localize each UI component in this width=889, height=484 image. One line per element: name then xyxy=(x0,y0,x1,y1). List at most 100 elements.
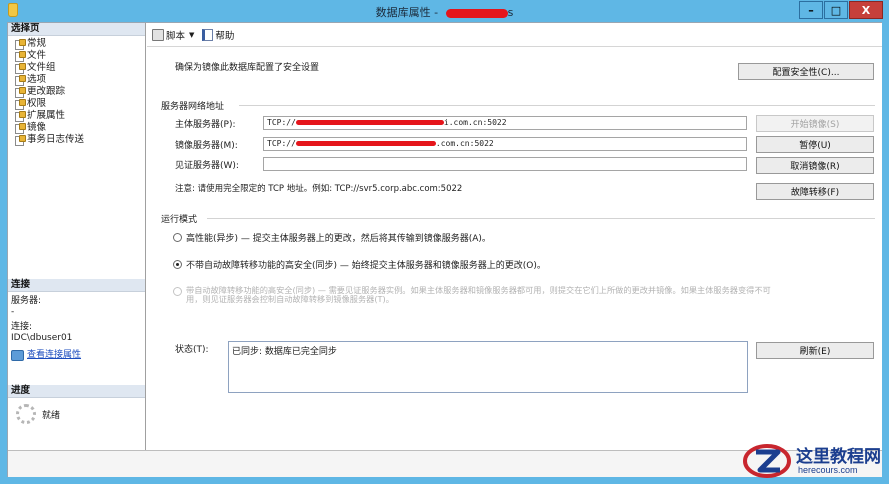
page-icon xyxy=(14,111,26,122)
page-icon xyxy=(14,63,26,74)
toolbar: 脚本 ▼ 帮助 xyxy=(147,23,882,47)
failover-button[interactable]: 故障转移(F) xyxy=(756,183,874,200)
dialog-client-area: 选择页 常规 文件 文件组 选项 更改跟踪 权限 扩展属性 镜像 事务日志传送 … xyxy=(7,22,882,477)
script-label: 脚本 xyxy=(166,30,186,42)
page-item-label: 事务日志传送 xyxy=(27,134,85,145)
page-item-mirroring[interactable]: 镜像 xyxy=(14,122,145,134)
page-item-permissions[interactable]: 权限 xyxy=(14,98,145,110)
page-item-label: 镜像 xyxy=(27,122,47,133)
progress-status: 就绪 xyxy=(42,410,61,421)
page-item-label: 常规 xyxy=(27,38,47,49)
page-item-label: 文件组 xyxy=(27,62,56,73)
page-item-extended-properties[interactable]: 扩展属性 xyxy=(14,110,145,122)
minimize-button[interactable]: – xyxy=(799,1,823,19)
page-item-options[interactable]: 选项 xyxy=(14,74,145,86)
principal-server-field[interactable]: TCP:// i.com.cn:5022 xyxy=(263,116,747,130)
progress-header: 进度 xyxy=(8,385,145,398)
connection-info: 服务器: - 连接: IDC\dbuser01 查看连接属性 xyxy=(8,292,145,361)
server-address-group-title: 服务器网络地址 xyxy=(161,102,225,112)
page-item-label: 扩展属性 xyxy=(27,110,66,121)
group-divider xyxy=(207,218,875,219)
high-safety-label: 不带自动故障转移功能的高安全(同步) — 始终提交主体服务器和镜像服务器上的更改… xyxy=(186,261,546,271)
intro-text: 确保为镜像此数据库配置了安全设置 xyxy=(175,63,320,73)
page-item-filegroups[interactable]: 文件组 xyxy=(14,62,145,74)
page-icon xyxy=(14,135,26,146)
page-item-label: 选项 xyxy=(27,74,47,85)
refresh-button[interactable]: 刷新(E) xyxy=(756,342,874,359)
window-title-suffix: s xyxy=(507,6,514,19)
page-icon xyxy=(14,75,26,86)
page-item-label: 权限 xyxy=(27,98,47,109)
group-divider xyxy=(239,105,875,106)
connection-properties-icon xyxy=(11,350,24,361)
progress-body: 就绪 xyxy=(8,398,145,424)
page-item-log-shipping[interactable]: 事务日志传送 xyxy=(14,134,145,146)
remove-mirroring-button[interactable]: 取消镜像(R) xyxy=(756,157,874,174)
page-item-change-tracking[interactable]: 更改跟踪 xyxy=(14,86,145,98)
help-button[interactable]: 帮助 xyxy=(202,28,234,42)
page-icon xyxy=(14,51,26,62)
page-icon xyxy=(14,99,26,110)
high-performance-radio[interactable] xyxy=(173,233,182,242)
mode-auto-failover-option[interactable]: 带自动故障转移功能的高安全(同步) — 需要见证服务器实例。如果主体服务器和镜像… xyxy=(173,286,771,304)
witness-server-field[interactable] xyxy=(263,157,747,171)
view-connection-properties-link[interactable]: 查看连接属性 xyxy=(11,350,145,361)
watermark: 这里教程网 herecours.com xyxy=(740,438,889,484)
connection-label: 连接: xyxy=(11,322,33,332)
status-label: 状态(T): xyxy=(175,345,209,355)
pause-button[interactable]: 暂停(U) xyxy=(756,136,874,153)
title-redaction xyxy=(445,8,508,18)
configure-security-button[interactable]: 配置安全性(C)... xyxy=(738,63,874,80)
principal-prefix: TCP:// xyxy=(267,118,296,127)
auto-failover-line2: 用，则见证服务器会控制自动故障转移到镜像服务器(T)。 xyxy=(186,294,394,304)
principal-redaction xyxy=(295,120,444,125)
page-icon xyxy=(14,39,26,50)
close-button[interactable]: X xyxy=(849,1,883,19)
mirror-server-field[interactable]: TCP:// .com.cn:5022 xyxy=(263,137,747,151)
window-title-text: 数据库属性 - xyxy=(375,6,442,19)
progress-spinner-icon xyxy=(16,404,36,424)
mode-high-performance-option[interactable]: 高性能(异步) — 提交主体服务器上的更改，然后将其传输到镜像服务器(A)。 xyxy=(173,231,491,244)
server-value: - xyxy=(11,307,15,317)
mirror-server-label: 镜像服务器(M): xyxy=(175,141,238,151)
mirror-redaction xyxy=(295,141,436,146)
window-title: 数据库属性 - s xyxy=(0,4,889,20)
progress-section: 进度 就绪 xyxy=(8,385,145,424)
connection-section: 连接 服务器: - 连接: IDC\dbuser01 查看连接属性 xyxy=(8,279,145,361)
select-page-header: 选择页 xyxy=(8,23,145,36)
mirroring-page: 确保为镜像此数据库配置了安全设置 配置安全性(C)... 服务器网络地址 主体服… xyxy=(147,48,882,450)
title-bar[interactable]: 数据库属性 - s – □ X xyxy=(0,0,889,22)
watermark-title: 这里教程网 xyxy=(796,447,881,467)
help-label: 帮助 xyxy=(215,30,235,42)
address-note: 注意: 请使用完全限定的 TCP 地址。例如: TCP://svr5.corp.… xyxy=(175,184,463,194)
script-icon xyxy=(152,28,164,41)
page-icon xyxy=(14,123,26,134)
operating-mode-group-title: 运行模式 xyxy=(161,215,198,225)
page-item-label: 文件 xyxy=(27,50,47,61)
page-item-general[interactable]: 常规 xyxy=(14,38,145,50)
maximize-button[interactable]: □ xyxy=(824,1,848,19)
start-mirroring-button[interactable]: 开始镜像(S) xyxy=(756,115,874,132)
page-item-files[interactable]: 文件 xyxy=(14,50,145,62)
principal-suffix: i.com.cn:5022 xyxy=(443,118,507,127)
witness-server-label: 见证服务器(W): xyxy=(175,161,239,171)
high-performance-label: 高性能(异步) — 提交主体服务器上的更改，然后将其传输到镜像服务器(A)。 xyxy=(186,234,491,244)
connection-value: IDC\dbuser01 xyxy=(11,333,73,343)
view-connection-properties-label: 查看连接属性 xyxy=(27,350,82,360)
window-controls: – □ X xyxy=(799,1,883,19)
mode-high-safety-option[interactable]: 不带自动故障转移功能的高安全(同步) — 始终提交主体服务器和镜像服务器上的更改… xyxy=(173,258,546,271)
page-list: 常规 文件 文件组 选项 更改跟踪 权限 扩展属性 镜像 事务日志传送 xyxy=(8,36,145,146)
page-icon xyxy=(14,87,26,98)
auto-failover-label: 带自动故障转移功能的高安全(同步) — 需要见证服务器实例。如果主体服务器和镜像… xyxy=(186,286,771,304)
server-label: 服务器: xyxy=(11,296,42,306)
mirror-suffix: .com.cn:5022 xyxy=(435,139,494,148)
chevron-down-icon[interactable]: ▼ xyxy=(189,31,194,39)
high-safety-radio[interactable] xyxy=(173,260,182,269)
auto-failover-radio[interactable] xyxy=(173,287,182,296)
principal-server-label: 主体服务器(P): xyxy=(175,120,236,130)
mirror-prefix: TCP:// xyxy=(267,139,296,148)
help-icon xyxy=(202,28,214,41)
script-button[interactable]: 脚本 ▼ xyxy=(152,28,198,42)
left-pane: 选择页 常规 文件 文件组 选项 更改跟踪 权限 扩展属性 镜像 事务日志传送 … xyxy=(8,23,146,450)
connection-header: 连接 xyxy=(8,279,145,292)
